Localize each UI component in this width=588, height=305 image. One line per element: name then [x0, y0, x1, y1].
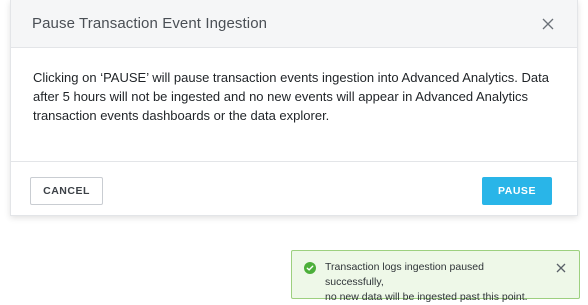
close-icon [556, 263, 566, 273]
dialog-close-button[interactable] [539, 15, 557, 33]
toast-close-button[interactable] [555, 261, 567, 273]
check-circle-icon [304, 262, 316, 274]
close-icon [542, 18, 554, 30]
toast-message: Transaction logs ingestion paused succes… [325, 260, 545, 305]
dialog-title: Pause Transaction Event Ingestion [32, 15, 268, 32]
pause-button[interactable]: PAUSE [482, 177, 552, 205]
success-toast: Transaction logs ingestion paused succes… [291, 250, 580, 303]
footer-divider [11, 161, 577, 162]
dialog-message: Clicking on ‘PAUSE’ will pause transacti… [33, 70, 549, 123]
pause-ingestion-dialog: Pause Transaction Event Ingestion Clicki… [10, 0, 578, 216]
cancel-button[interactable]: CANCEL [30, 177, 103, 205]
dialog-header: Pause Transaction Event Ingestion [11, 0, 577, 48]
toast-message-line-1: Transaction logs ingestion paused succes… [325, 261, 484, 288]
